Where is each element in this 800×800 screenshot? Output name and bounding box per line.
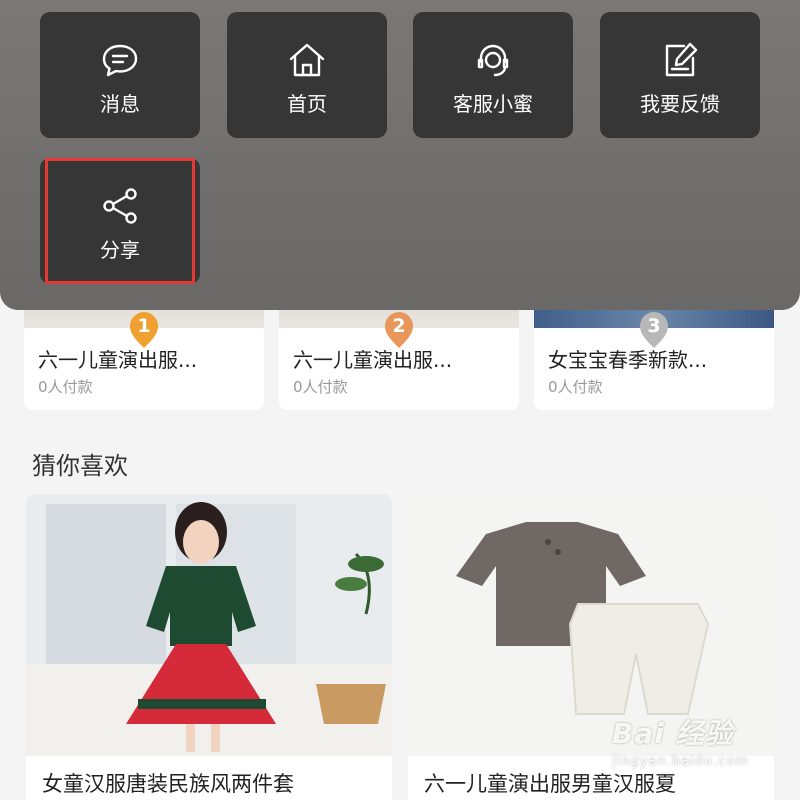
ranking-title: 六一儿童演出服... [38, 348, 198, 372]
ranking-title: 女宝宝春季新款... [548, 348, 708, 372]
menu-item-label: 我要反馈 [640, 92, 720, 116]
menu-item-feedback[interactable]: 我要反馈 [600, 12, 760, 138]
menu-item-customer-service[interactable]: 客服小蜜 [413, 12, 573, 138]
menu-item-home[interactable]: 首页 [227, 12, 387, 138]
more-menu-overlay: 消息 首页 客服小蜜 我要反馈 分享 [0, 0, 800, 310]
message-icon [100, 40, 140, 80]
ranking-paid-count: 0人付款 [38, 378, 93, 396]
feedback-icon [660, 40, 700, 80]
menu-item-label: 消息 [100, 92, 140, 116]
product-image [26, 494, 392, 756]
recommend-section-title: 猜你喜欢 [32, 452, 128, 480]
menu-item-label: 客服小蜜 [453, 92, 533, 116]
baidu-jingyan-watermark: Bai 经验 jingyan.baidu.com [612, 717, 749, 769]
product-title: 六一儿童演出服男童汉服夏 [424, 772, 676, 796]
ranking-paid-count: 0人付款 [293, 378, 348, 396]
product-card-1[interactable]: 女童汉服唐装民族风两件套 [26, 494, 392, 800]
customer-service-icon [473, 40, 513, 80]
ranking-title: 六一儿童演出服... [293, 348, 453, 372]
home-icon [287, 40, 327, 80]
menu-item-label: 首页 [287, 92, 327, 116]
menu-item-message[interactable]: 消息 [40, 12, 200, 138]
share-highlight-box [45, 158, 195, 284]
ranking-paid-count: 0人付款 [548, 378, 603, 396]
product-title: 女童汉服唐装民族风两件套 [42, 772, 294, 796]
